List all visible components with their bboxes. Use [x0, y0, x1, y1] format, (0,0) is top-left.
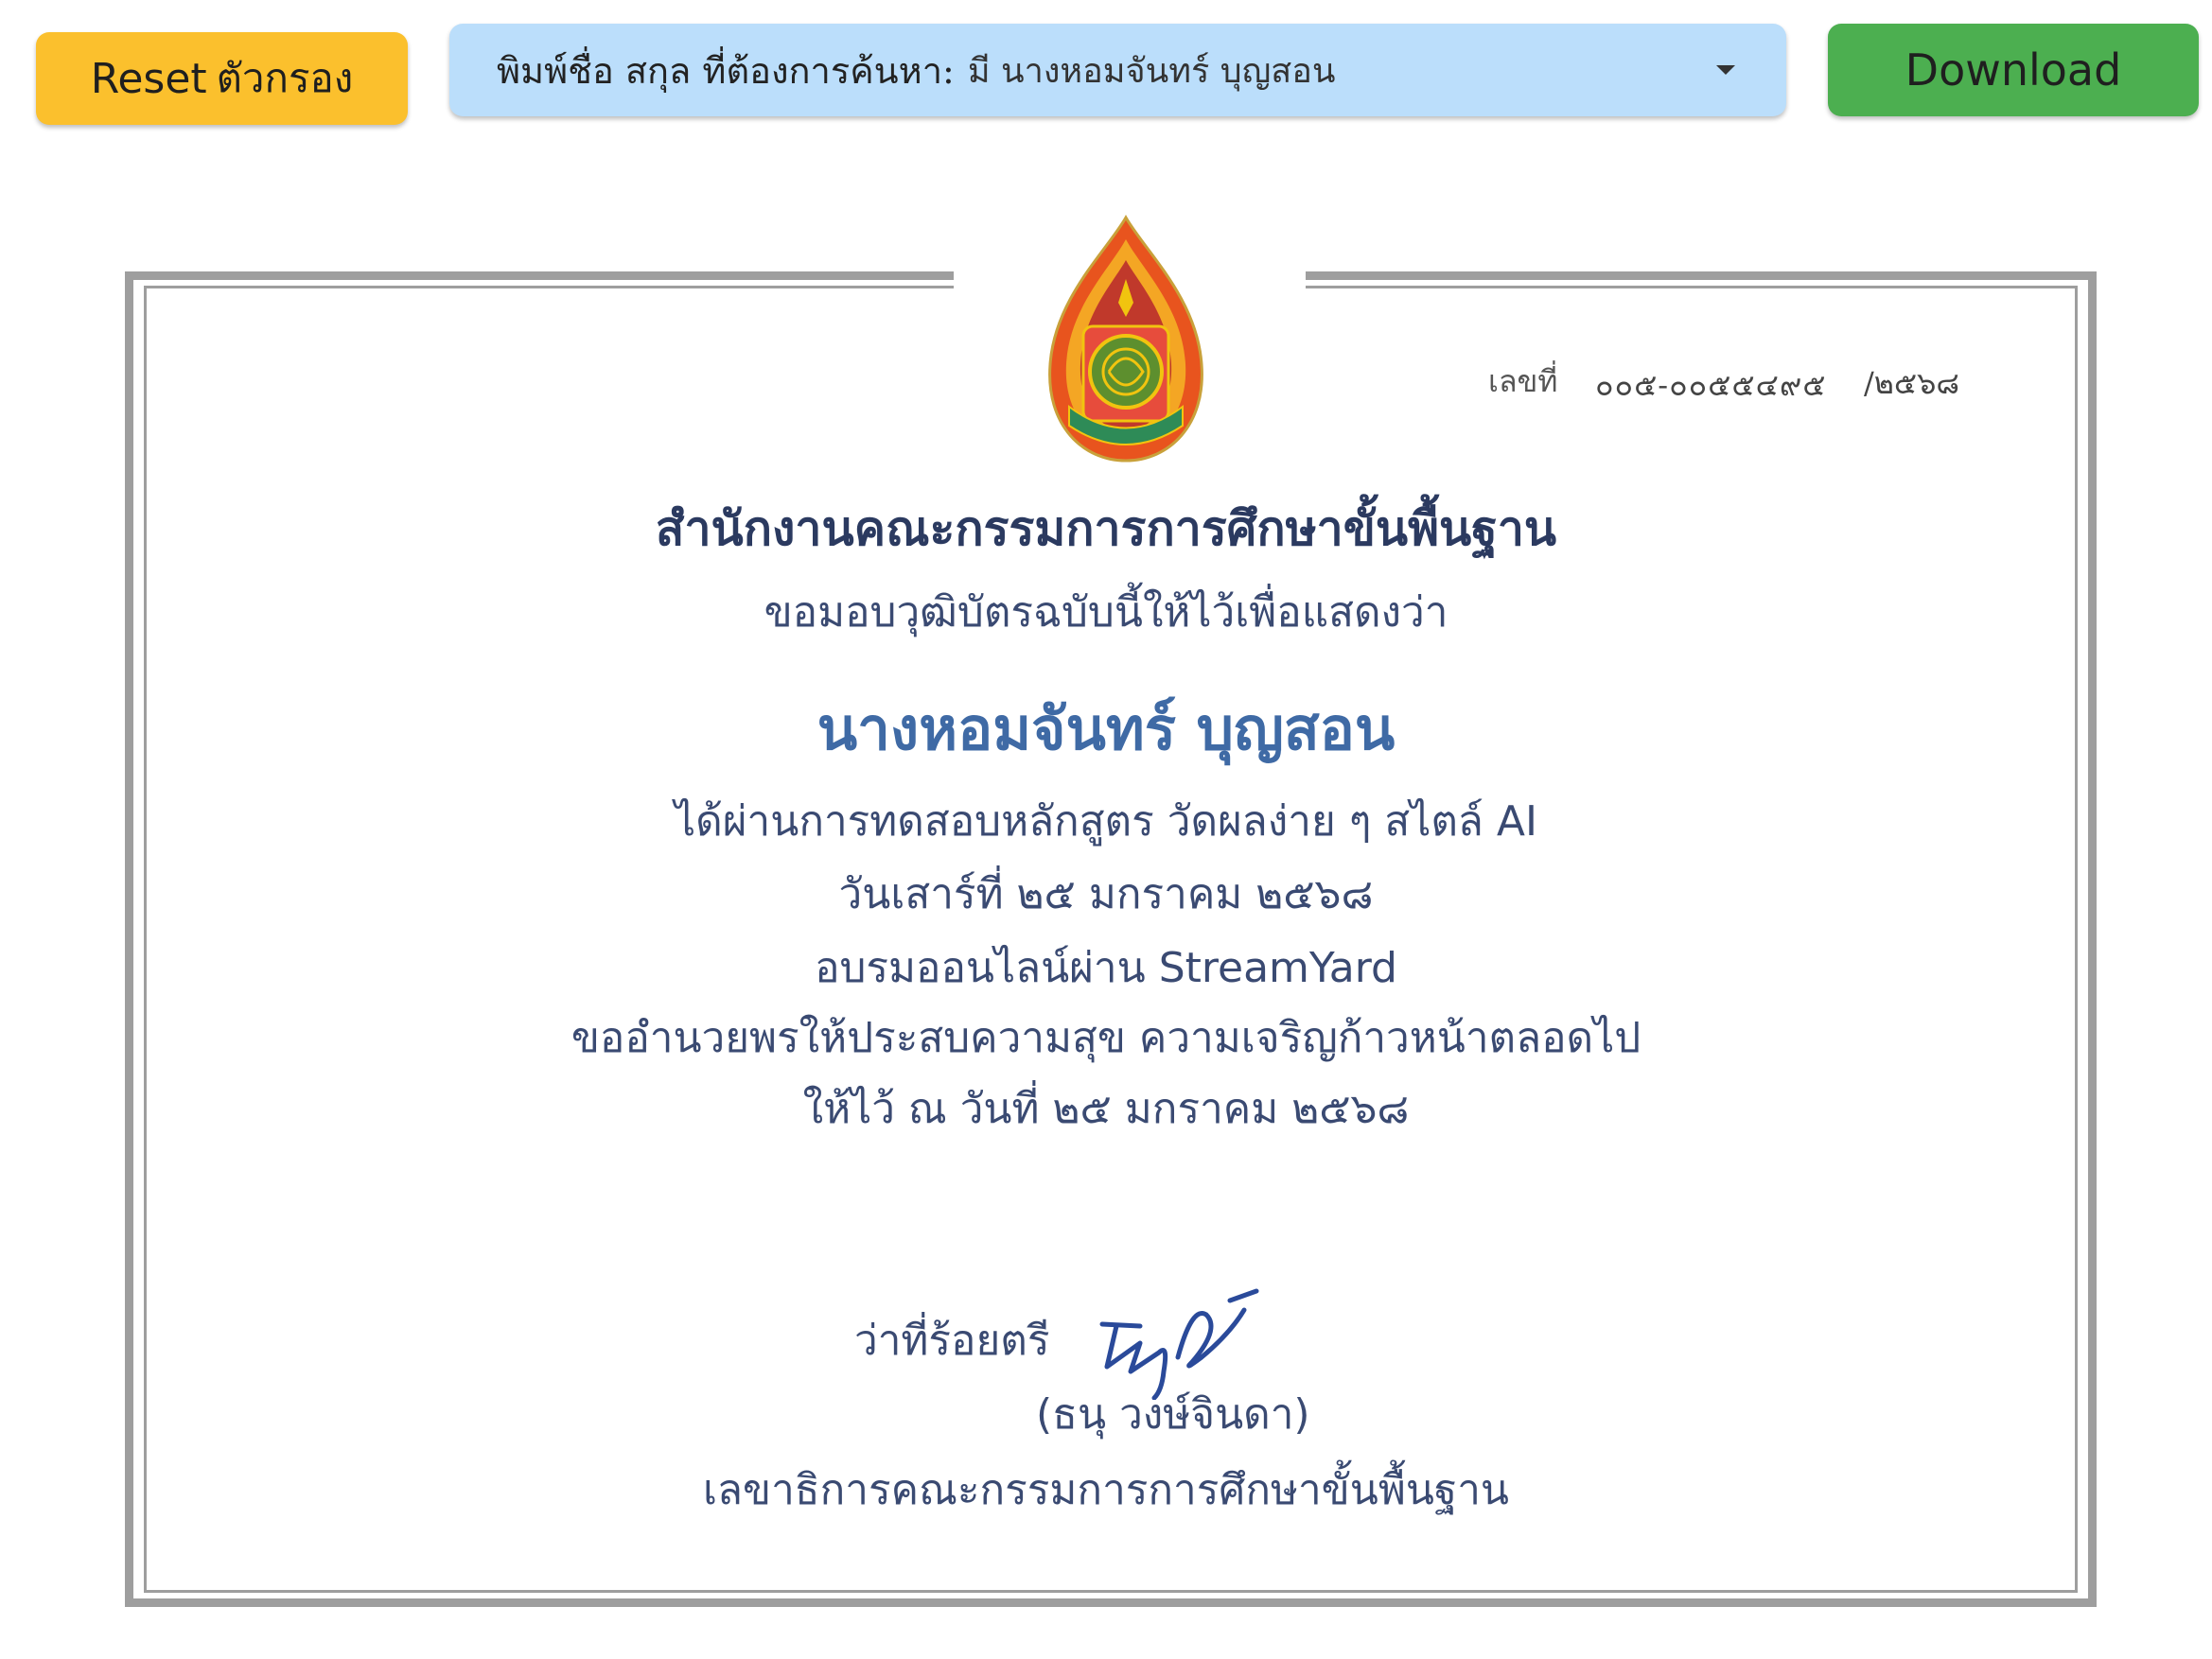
- reset-filter-button[interactable]: Reset ตัวกรอง: [36, 32, 408, 125]
- course-line: ได้ผ่านการทดสอบหลักสูตร วัดผลง่าย ๆ สไตล…: [675, 797, 1537, 846]
- name-search-select[interactable]: พิมพ์ชื่อ สกุล ที่ต้องการค้นหา: มี นางหอ…: [449, 24, 1786, 116]
- caret-down-icon[interactable]: [1716, 65, 1735, 75]
- signer-title: เลขาธิการคณะกรรมการการศึกษาขั้นพื้นฐาน: [703, 1466, 1509, 1514]
- certificate-frame-inner: [144, 286, 2078, 1593]
- download-button[interactable]: Download: [1828, 24, 2199, 116]
- blessing-line: ขออำนวยพรให้ประสบความสุข ความเจริญก้าวหน…: [571, 1014, 1641, 1062]
- certificate-frame-outer: [125, 271, 2097, 1607]
- signer-rank: ว่าที่ร้อยตรี: [854, 1317, 1050, 1365]
- given-date-line: ให้ไว้ ณ วันที่ ๒๕ มกราคม ๒๕๖๘: [802, 1085, 1410, 1133]
- download-button-label: Download: [1905, 44, 2122, 96]
- reset-button-label: Reset: [90, 54, 207, 103]
- certificate-number-label: เลขที่: [1488, 363, 1558, 399]
- venue-line: อบรมออนไลน์ผ่าน StreamYard: [815, 944, 1397, 992]
- search-selected-value: มี นางหอมจันทร์ บุญสอน: [967, 51, 1336, 91]
- date-line: วันเสาร์ที่ ๒๕ มกราคม ๒๕๖๘: [838, 870, 1374, 918]
- signer-name: (ธนุ วงษ์จินดา): [1036, 1390, 1310, 1439]
- organization-name: สำนักงานคณะกรรมการการศึกษาขั้นพื้นฐาน: [655, 501, 1557, 556]
- certificate-number: ๐๐๕-๐๐๕๕๔๙๕: [1595, 367, 1827, 403]
- reset-button-label-thai: ตัวกรอง: [216, 55, 354, 101]
- certificate-year: /๒๕๖๘: [1864, 365, 1960, 401]
- certificate: เลขที่ ๐๐๕-๐๐๕๕๔๙๕ /๒๕๖๘ สำนักงานคณะกรรม…: [0, 0, 2212, 1659]
- recipient-name: นางหอมจันทร์ บุญสอน: [816, 694, 1396, 763]
- certificate-intro: ขอมอบวุฒิบัตรฉบับนี้ให้ไว้เพื่อแสดงว่า: [764, 588, 1448, 637]
- obec-emblem-icon: [1048, 214, 1203, 463]
- signature-image: [1099, 1288, 1259, 1400]
- frame-gap: [954, 261, 1306, 295]
- search-label: พิมพ์ชื่อ สกุล ที่ต้องการค้นหา:: [497, 49, 955, 92]
